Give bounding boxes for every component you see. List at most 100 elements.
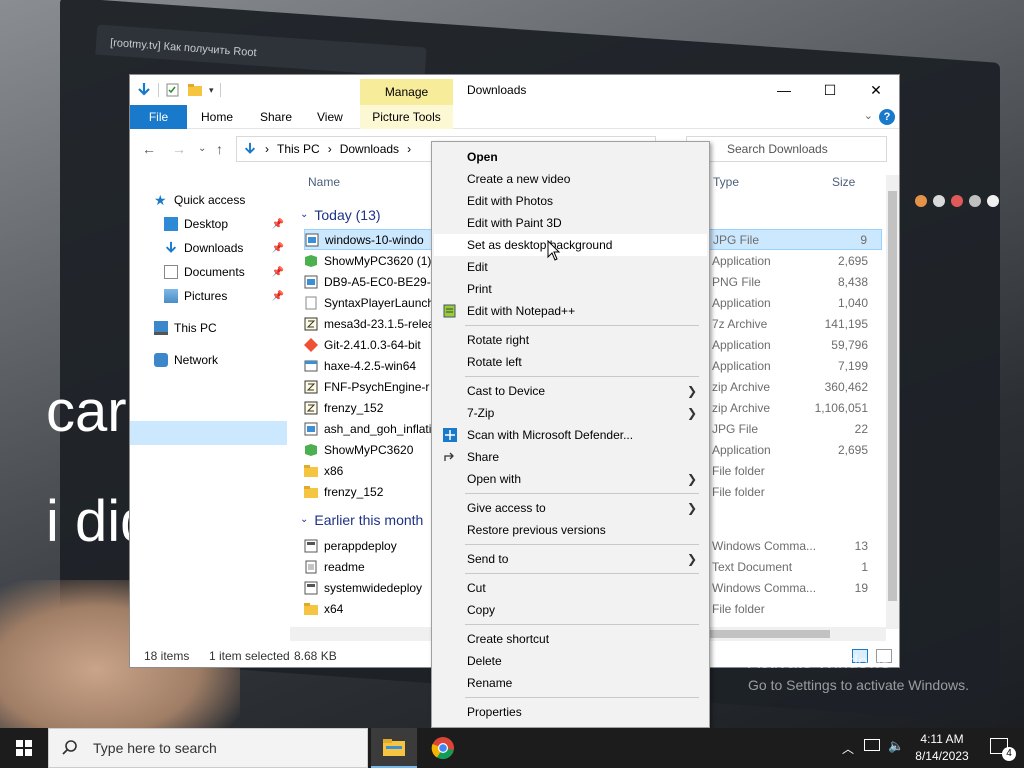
search-icon [62,740,77,755]
file-name: windows-10-windo [325,232,424,247]
vertical-scrollbar[interactable] [886,175,899,629]
wallpaper-overlay-text-1: car [46,379,127,444]
nav-this-pc[interactable]: This PC [154,317,217,339]
breadcrumb-this-pc[interactable]: This PC [277,142,320,156]
network-status-icon[interactable] [864,739,880,751]
menu-item-scan-with-microsoft-defender[interactable]: Scan with Microsoft Defender... [434,424,707,446]
tab-file[interactable]: File [130,105,187,129]
menu-item-properties[interactable]: Properties [434,701,707,723]
menu-item-send-to[interactable]: Send to ❯ [434,548,707,570]
tab-picture-tools[interactable]: Picture Tools [360,105,453,129]
breadcrumb-separator-icon: › [265,142,269,156]
menu-item-edit-with-notepad[interactable]: Edit with Notepad++ [434,300,707,322]
pin-icon[interactable]: 📌 [272,219,284,230]
volume-icon[interactable]: 🔈 [888,738,904,754]
menu-separator [465,697,699,698]
menu-item-7-zip[interactable]: 7-Zip ❯ [434,402,707,424]
menu-item-label: Cast to Device [467,384,546,398]
pin-icon[interactable]: 📌 [272,291,284,302]
menu-item-delete[interactable]: Delete [434,650,707,672]
nav-network[interactable]: Network [154,349,218,371]
menu-item-rename[interactable]: Rename [434,672,707,694]
nav-quick-access[interactable]: ★ Quick access [154,189,245,211]
recent-locations-chevron-icon[interactable]: ⌄ [198,143,206,154]
column-header-name[interactable]: Name [308,171,340,193]
menu-item-open[interactable]: Open [434,146,707,168]
menu-item-label: Edit with Notepad++ [467,304,576,318]
file-type: zip Archive [712,379,771,394]
menu-item-label: Properties [467,705,522,719]
menu-separator [465,544,699,545]
manage-tab[interactable]: Manage [360,79,453,105]
menu-item-set-as-desktop-background[interactable]: Set as desktop background [434,234,707,256]
title-bar[interactable]: ▾ Manage Downloads — ☐ ✕ [130,75,899,105]
menu-item-edit-with-photos[interactable]: Edit with Photos [434,190,707,212]
taskbar-search-box[interactable]: Type here to search [48,728,368,768]
properties-icon[interactable] [165,82,181,98]
blank-file-icon [305,296,317,309]
menu-item-cast-to-device[interactable]: Cast to Device ❯ [434,380,707,402]
breadcrumb-separator-icon: › [327,142,332,156]
taskbar-date[interactable]: 8/14/2023 [914,749,970,763]
window-title: Downloads [467,83,527,97]
menu-item-edit-with-paint-3d[interactable]: Edit with Paint 3D [434,212,707,234]
menu-item-rotate-right[interactable]: Rotate right [434,329,707,351]
start-button[interactable] [0,728,48,768]
menu-item-restore-previous-versions[interactable]: Restore previous versions [434,519,707,541]
menu-item-create-a-new-video[interactable]: Create a new video [434,168,707,190]
qat-dropdown-icon[interactable]: ▾ [209,85,214,96]
menu-item-rotate-left[interactable]: Rotate left [434,351,707,373]
taskbar-chrome[interactable] [420,728,466,768]
show-hidden-icons-icon[interactable]: ︿ [842,740,854,757]
tab-view[interactable]: View [317,105,343,129]
back-arrow-icon[interactable]: ← [142,141,156,157]
tab-share[interactable]: Share [260,105,292,129]
menu-item-share[interactable]: Share [434,446,707,468]
group-header-today[interactable]: ⌄ Today (13) [300,204,381,226]
file-type: PNG File [712,274,761,289]
breadcrumb-separator-icon: › [407,142,412,156]
pin-icon[interactable]: 📌 [272,267,284,278]
file-type: Application [712,295,771,310]
taskbar-file-explorer[interactable] [371,728,417,768]
new-folder-icon[interactable] [187,82,203,98]
up-arrow-icon[interactable]: ↑ [216,141,223,157]
menu-item-copy[interactable]: Copy [434,599,707,621]
menu-item-edit[interactable]: Edit [434,256,707,278]
expand-ribbon-icon[interactable]: ⌄ [864,109,873,122]
menu-item-create-shortcut[interactable]: Create shortcut [434,628,707,650]
maximize-button[interactable]: ☐ [807,75,853,105]
column-header-type[interactable]: Type [713,171,739,193]
chrome-icon [431,737,454,760]
close-button[interactable]: ✕ [853,75,899,105]
forward-arrow-icon[interactable]: → [172,141,186,157]
activation-watermark-title: Activate Windows [748,652,891,672]
minimize-button[interactable]: — [761,75,807,105]
menu-item-print[interactable]: Print [434,278,707,300]
menu-item-give-access-to[interactable]: Give access to ❯ [434,497,707,519]
file-type: JPG File [712,421,759,436]
search-input[interactable]: Search Downloads [686,136,887,162]
column-header-size[interactable]: Size [832,171,855,193]
breadcrumb-downloads[interactable]: Downloads [340,142,399,156]
nav-documents[interactable]: Documents 📌 [164,261,288,283]
taskbar-time[interactable]: 4:11 AM [914,732,970,746]
menu-item-label: Send to [467,552,509,566]
scrollbar-thumb[interactable] [888,191,897,601]
menu-item-cut[interactable]: Cut [434,577,707,599]
pin-icon[interactable]: 📌 [272,243,284,254]
menu-item-label: Delete [467,654,502,668]
cmd-file-icon [304,581,318,594]
nav-desktop[interactable]: Desktop 📌 [164,213,288,235]
file-type: File folder [712,484,765,499]
folder-icon [304,464,318,477]
menu-item-label: Edit [467,260,488,274]
nav-pictures[interactable]: Pictures 📌 [164,285,288,307]
menu-item-open-with[interactable]: Open with ❯ [434,468,707,490]
group-header-earlier[interactable]: ⌄ Earlier this month [300,509,423,531]
help-icon[interactable]: ? [879,109,895,125]
tab-home[interactable]: Home [201,105,233,129]
file-name: frenzy_152 [324,400,384,415]
app-green-icon [305,443,317,456]
nav-downloads[interactable]: Downloads 📌 [164,237,288,259]
